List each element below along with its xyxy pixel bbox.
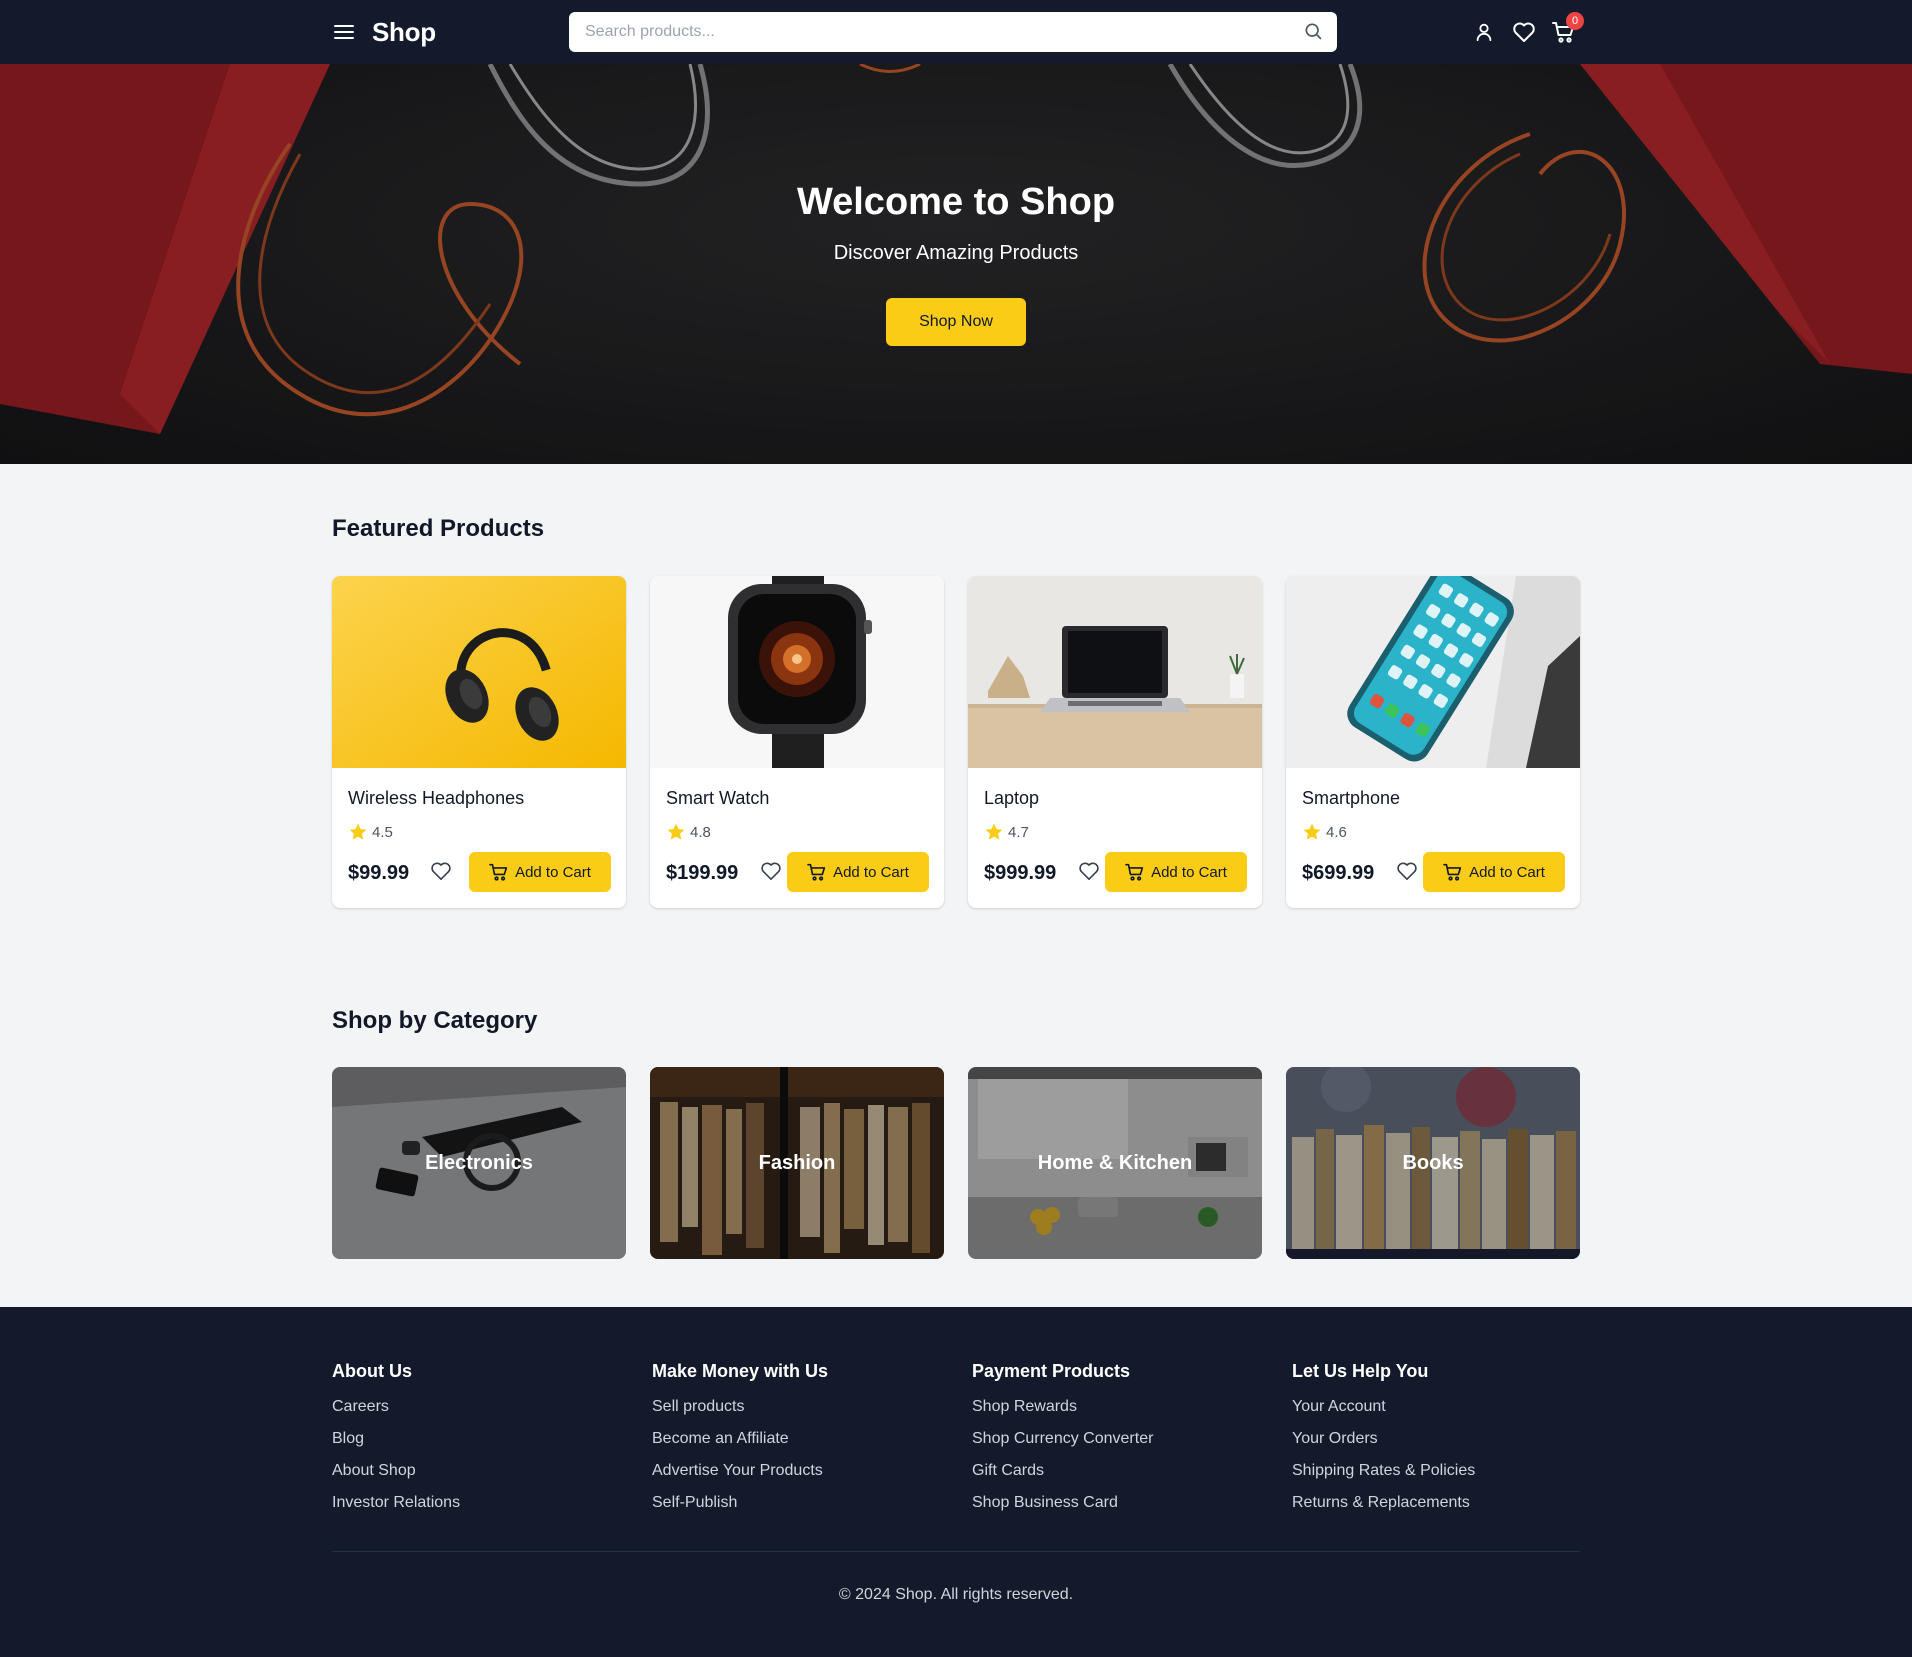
shop-by-category-title: Shop by Category <box>332 1007 538 1034</box>
product-name[interactable]: Laptop <box>984 787 1039 809</box>
footer: About Us Careers Blog About Shop Investo… <box>0 1307 1912 1657</box>
rating-value: 4.5 <box>372 823 393 841</box>
product-price: $99.99 <box>348 862 410 884</box>
cart-icon <box>1125 863 1144 881</box>
product-image[interactable] <box>1286 576 1580 768</box>
footer-link[interactable]: Shop Business Card <box>972 1493 1272 1513</box>
star-icon <box>349 823 367 840</box>
footer-link[interactable]: Your Account <box>1292 1397 1592 1417</box>
product-card[interactable]: Laptop 4.7 $999.99 Add to Cart <box>968 576 1262 908</box>
footer-divider <box>332 1551 1580 1552</box>
footer-link[interactable]: About Shop <box>332 1461 632 1481</box>
search-icon[interactable] <box>1303 21 1325 43</box>
add-to-cart-button[interactable]: Add to Cart <box>787 852 929 892</box>
add-to-cart-button[interactable]: Add to Cart <box>1105 852 1247 892</box>
star-icon <box>1303 823 1321 840</box>
heart-icon[interactable] <box>1510 18 1538 46</box>
cart-icon <box>489 863 508 881</box>
heart-icon[interactable] <box>1078 861 1102 885</box>
footer-link[interactable]: Shop Rewards <box>972 1397 1272 1417</box>
footer-column-about: About Us Careers Blog About Shop Investo… <box>332 1359 632 1525</box>
hero-banner: Welcome to Shop Discover Amazing Product… <box>0 64 1912 464</box>
add-to-cart-label: Add to Cart <box>833 863 909 881</box>
category-card-books[interactable]: Books <box>1286 1067 1580 1259</box>
add-to-cart-label: Add to Cart <box>1151 863 1227 881</box>
product-card[interactable]: Smartphone 4.6 $699.99 Add to Cart <box>1286 576 1580 908</box>
add-to-cart-button[interactable]: Add to Cart <box>469 852 611 892</box>
category-label[interactable]: Books <box>1286 1067 1580 1259</box>
footer-heading: Let Us Help You <box>1292 1361 1429 1381</box>
footer-link[interactable]: Your Orders <box>1292 1429 1592 1449</box>
hamburger-menu-icon[interactable] <box>332 20 356 44</box>
product-name[interactable]: Smartphone <box>1302 787 1400 809</box>
copyright-text: © 2024 Shop. All rights reserved. <box>838 1586 1074 1603</box>
star-icon <box>985 823 1003 840</box>
add-to-cart-label: Add to Cart <box>515 863 591 881</box>
product-image[interactable] <box>968 576 1262 768</box>
navbar-inner: Shop 0 <box>332 0 1584 64</box>
category-card-fashion[interactable]: Fashion <box>650 1067 944 1259</box>
footer-heading: Payment Products <box>972 1361 1131 1381</box>
add-to-cart-button[interactable]: Add to Cart <box>1423 852 1565 892</box>
category-card-electronics[interactable]: Electronics <box>332 1067 626 1259</box>
footer-link[interactable]: Self-Publish <box>652 1493 952 1513</box>
product-image[interactable] <box>650 576 944 768</box>
footer-column-make-money: Make Money with Us Sell products Become … <box>652 1359 952 1525</box>
category-card-home-kitchen[interactable]: Home & Kitchen <box>968 1067 1262 1259</box>
footer-link[interactable]: Become an Affiliate <box>652 1429 952 1449</box>
footer-link[interactable]: Returns & Replacements <box>1292 1493 1592 1513</box>
product-price: $999.99 <box>984 862 1057 884</box>
footer-link[interactable]: Shop Currency Converter <box>972 1429 1272 1449</box>
product-name[interactable]: Smart Watch <box>666 787 769 809</box>
category-label[interactable]: Electronics <box>332 1067 626 1259</box>
product-card[interactable]: Smart Watch 4.8 $199.99 Add to Cart <box>650 576 944 908</box>
rating-value: 4.7 <box>1008 823 1029 841</box>
product-image[interactable] <box>332 576 626 768</box>
user-icon[interactable] <box>1470 18 1498 46</box>
product-price: $199.99 <box>666 862 739 884</box>
footer-link[interactable]: Shipping Rates & Policies <box>1292 1461 1592 1481</box>
footer-link[interactable]: Careers <box>332 1397 632 1417</box>
footer-heading: About Us <box>332 1361 412 1381</box>
cart-icon <box>1443 863 1462 881</box>
heart-icon[interactable] <box>760 861 784 885</box>
product-card[interactable]: Wireless Headphones 4.5 $99.99 Add to Ca… <box>332 576 626 908</box>
footer-link[interactable]: Investor Relations <box>332 1493 632 1513</box>
footer-link[interactable]: Advertise Your Products <box>652 1461 952 1481</box>
nav-actions: 0 <box>1470 12 1584 46</box>
hero-title: Welcome to Shop <box>796 181 1116 223</box>
category-label[interactable]: Home & Kitchen <box>968 1067 1262 1259</box>
product-rating: 4.8 <box>666 822 711 842</box>
cart-count-badge: 0 <box>1566 12 1584 30</box>
category-label[interactable]: Fashion <box>650 1067 944 1259</box>
featured-products-title: Featured Products <box>332 515 545 542</box>
product-rating: 4.7 <box>984 822 1029 842</box>
search-input[interactable] <box>569 12 1289 52</box>
search-bar <box>569 12 1337 52</box>
add-to-cart-label: Add to Cart <box>1469 863 1545 881</box>
footer-column-help: Let Us Help You Your Account Your Orders… <box>1292 1359 1592 1525</box>
product-price: $699.99 <box>1302 862 1375 884</box>
cart-icon[interactable]: 0 <box>1550 12 1584 46</box>
heart-icon[interactable] <box>430 861 454 885</box>
footer-heading: Make Money with Us <box>652 1361 829 1381</box>
product-rating: 4.6 <box>1302 822 1347 842</box>
hero-subtitle: Discover Amazing Products <box>833 242 1079 264</box>
product-name[interactable]: Wireless Headphones <box>348 787 524 809</box>
footer-link[interactable]: Sell products <box>652 1397 952 1417</box>
product-rating: 4.5 <box>348 822 393 842</box>
top-navbar: Shop 0 <box>0 0 1912 64</box>
cart-icon <box>807 863 826 881</box>
footer-column-payment: Payment Products Shop Rewards Shop Curre… <box>972 1359 1272 1525</box>
shop-now-button[interactable]: Shop Now <box>886 298 1026 346</box>
logo[interactable]: Shop <box>372 16 436 48</box>
footer-link[interactable]: Gift Cards <box>972 1461 1272 1481</box>
footer-link[interactable]: Blog <box>332 1429 632 1449</box>
star-icon <box>667 823 685 840</box>
rating-value: 4.8 <box>690 823 711 841</box>
rating-value: 4.6 <box>1326 823 1347 841</box>
heart-icon[interactable] <box>1396 861 1420 885</box>
